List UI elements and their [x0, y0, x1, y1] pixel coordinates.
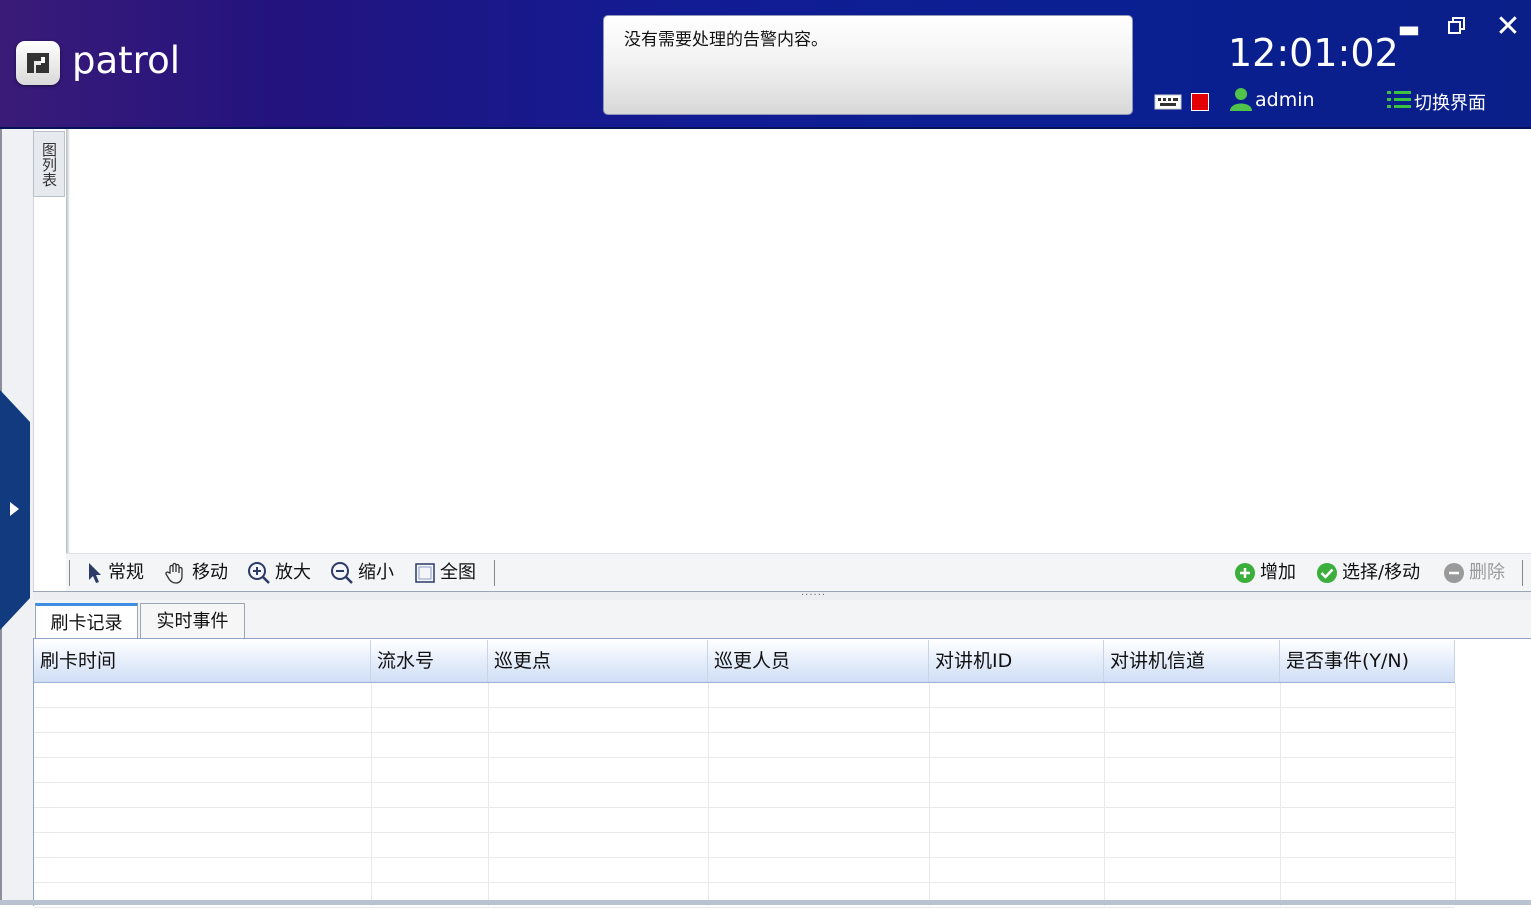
full-extent-icon	[415, 563, 435, 583]
select-move-label: 选择/移动	[1342, 562, 1421, 583]
tool-normal-label: 常规	[108, 562, 144, 583]
pointer-icon	[89, 563, 101, 583]
map-canvas[interactable]	[70, 129, 1531, 553]
zoom-in-icon	[248, 562, 270, 584]
delete-label: 删除	[1469, 562, 1505, 583]
column-header-radio-channel[interactable]: 对讲机信道	[1104, 640, 1280, 682]
switch-view-button[interactable]: 切换界面	[1414, 89, 1486, 115]
layer-list-tab[interactable]: 图列表	[33, 131, 65, 197]
alert-message: 没有需要处理的告警内容。	[624, 30, 828, 50]
tool-pan-button[interactable]: 移动	[164, 554, 228, 592]
zoom-out-icon	[331, 562, 353, 584]
alert-panel: 没有需要处理的告警内容。	[603, 15, 1133, 115]
tool-zoom-in-label: 放大	[275, 562, 311, 583]
title-bar: patrol 没有需要处理的告警内容。 12:01:02 ▬ ✕ admin 切…	[0, 0, 1531, 129]
tool-full-extent-label: 全图	[440, 562, 476, 583]
toolbar-separator	[69, 560, 70, 586]
alarm-status-indicator[interactable]	[1191, 93, 1209, 111]
map-toolbar: 常规 移动 放大 缩小 全图 增加 选择/移动 删除	[66, 553, 1531, 592]
tool-normal-button[interactable]: 常规	[86, 554, 144, 592]
delete-button[interactable]: 删除	[1443, 554, 1505, 592]
table-row[interactable]	[34, 683, 1455, 708]
tool-zoom-out-button[interactable]: 缩小	[330, 554, 394, 592]
minimize-button[interactable]: ▬	[1393, 14, 1425, 44]
table-row[interactable]	[34, 708, 1455, 733]
table-header: 刷卡时间 流水号 巡更点 巡更人员 对讲机ID 对讲机信道 是否事件(Y/N)	[34, 640, 1455, 683]
toolbar-separator	[1522, 560, 1523, 586]
column-header-is-event[interactable]: 是否事件(Y/N)	[1280, 640, 1455, 682]
column-header-serial-no[interactable]: 流水号	[371, 640, 488, 682]
column-header-patrol-point[interactable]: 巡更点	[488, 640, 708, 682]
swipe-records-table: 刷卡时间 流水号 巡更点 巡更人员 对讲机ID 对讲机信道 是否事件(Y/N)	[33, 638, 1531, 908]
tool-pan-label: 移动	[192, 562, 228, 583]
tool-zoom-out-label: 缩小	[358, 562, 394, 583]
keyboard-icon[interactable]	[1154, 93, 1182, 115]
table-row[interactable]	[34, 858, 1455, 883]
bottom-tab-bar: 刷卡记录 实时事件	[33, 600, 1531, 638]
app-title: patrol	[72, 39, 180, 82]
list-icon[interactable]	[1386, 89, 1412, 115]
remove-icon	[1444, 563, 1464, 583]
check-icon	[1317, 563, 1337, 583]
add-icon	[1235, 563, 1255, 583]
table-row[interactable]	[34, 833, 1455, 858]
select-move-button[interactable]: 选择/移动	[1316, 554, 1420, 592]
column-header-radio-id[interactable]: 对讲机ID	[929, 640, 1104, 682]
clock: 12:01:02	[1228, 31, 1399, 75]
column-header-swipe-time[interactable]: 刷卡时间	[34, 640, 371, 682]
restore-icon	[1448, 17, 1465, 34]
add-label: 增加	[1260, 562, 1296, 583]
table-row[interactable]	[34, 783, 1455, 808]
column-divider	[1455, 683, 1456, 906]
toolbar-separator	[494, 560, 495, 586]
app-logo	[16, 41, 60, 85]
hand-icon	[165, 562, 183, 584]
current-user[interactable]: admin	[1255, 89, 1315, 111]
restore-button[interactable]	[1441, 14, 1473, 44]
tab-realtime-events[interactable]: 实时事件	[140, 603, 245, 638]
tool-zoom-in-button[interactable]: 放大	[247, 554, 311, 592]
expand-panel-button[interactable]	[0, 390, 33, 630]
user-icon	[1229, 87, 1253, 115]
column-header-patrol-person[interactable]: 巡更人员	[708, 640, 929, 682]
add-button[interactable]: 增加	[1234, 554, 1296, 592]
window-bottom-border	[0, 900, 1531, 905]
table-row[interactable]	[34, 808, 1455, 833]
tab-swipe-records[interactable]: 刷卡记录	[35, 603, 138, 638]
table-row[interactable]	[34, 758, 1455, 783]
tool-full-extent-button[interactable]: 全图	[414, 554, 476, 592]
close-button[interactable]: ✕	[1492, 12, 1524, 42]
splitter-grip[interactable]: ······	[801, 591, 826, 601]
table-row[interactable]	[34, 733, 1455, 758]
